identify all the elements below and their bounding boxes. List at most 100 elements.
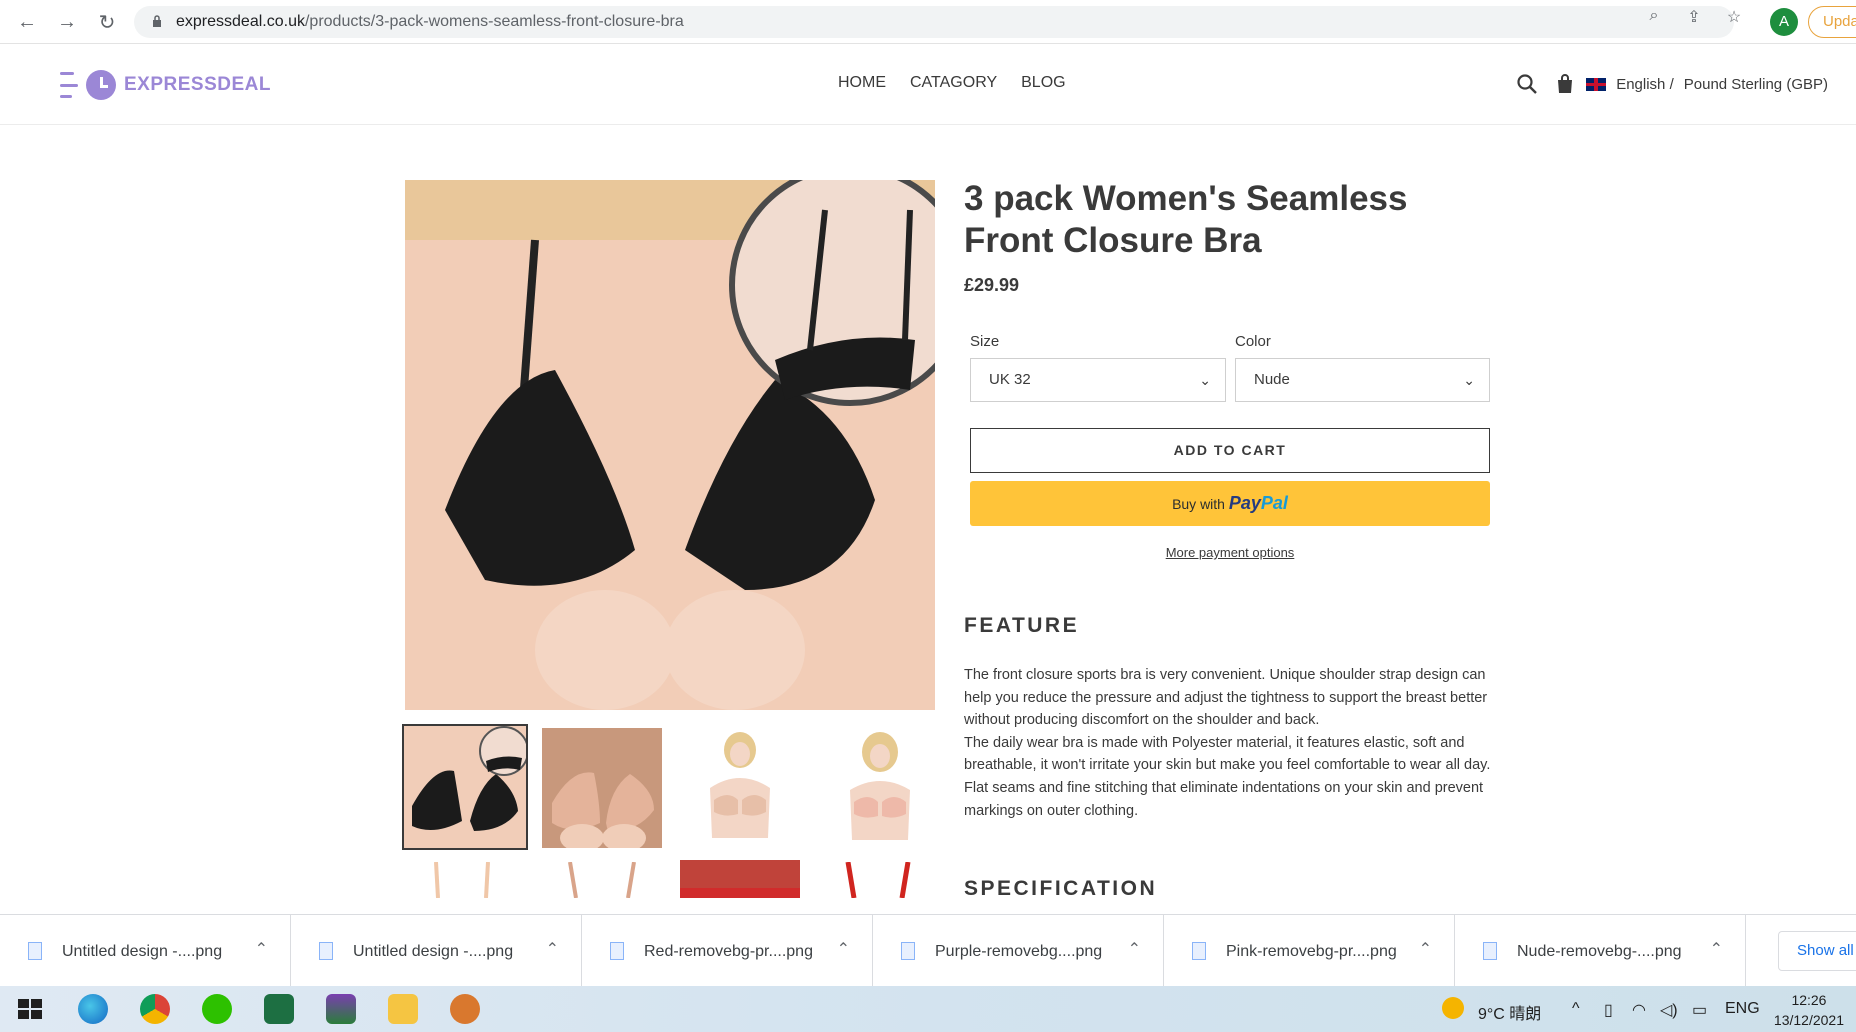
download-item[interactable]: Untitled design -....png ⌃	[0, 915, 291, 987]
file-explorer-icon[interactable]	[388, 994, 418, 1024]
download-filename: Untitled design -....png	[62, 943, 223, 960]
site-header: EXPRESSDEAL HOME CATAGORY BLOG English /…	[0, 45, 1856, 125]
chevron-down-icon: ⌄	[1199, 372, 1211, 388]
back-icon[interactable]: ←	[14, 9, 40, 35]
logo-clock-icon	[86, 70, 116, 100]
chevron-up-icon[interactable]: ⌃	[1419, 939, 1432, 959]
download-filename: Untitled design -....png	[353, 943, 514, 960]
chevron-down-icon: ⌄	[1463, 372, 1475, 388]
browser-toolbar: ← → ↻ expressdeal.co.uk/products/3-pack-…	[0, 0, 1856, 44]
language-selector[interactable]: English /	[1616, 76, 1674, 93]
paypal-prefix: Buy with	[1172, 496, 1225, 512]
volume-icon[interactable]: ◁)	[1660, 1000, 1678, 1020]
paypal-logo-pay: Pay	[1228, 493, 1261, 513]
input-language[interactable]: ENG	[1725, 1000, 1760, 1018]
url-domain: expressdeal.co.uk	[176, 13, 305, 30]
windows-start-icon[interactable]	[16, 994, 44, 1024]
zoom-icon[interactable]: ⌕	[1644, 7, 1664, 27]
file-icon	[319, 942, 333, 960]
file-icon	[1192, 942, 1206, 960]
nav-home[interactable]: HOME	[838, 74, 886, 92]
more-payment-options-link[interactable]: More payment options	[970, 545, 1490, 560]
download-filename: Pink-removebg-pr....png	[1226, 943, 1397, 960]
feature-description: The front closure sports bra is very con…	[964, 664, 1504, 822]
forward-icon[interactable]: →	[54, 9, 80, 35]
thumbnail-4[interactable]	[818, 728, 938, 848]
thumbnail-5[interactable]	[402, 862, 522, 898]
downloads-bar: Untitled design -....png ⌃ Untitled desig…	[0, 914, 1856, 987]
nav-blog[interactable]: BLOG	[1021, 74, 1065, 92]
chrome-browser-icon[interactable]	[140, 994, 170, 1024]
thumbnail-7[interactable]	[680, 860, 800, 898]
color-select[interactable]: Nude ⌄	[1235, 358, 1490, 402]
download-item[interactable]: Pink-removebg-pr....png ⌃	[1164, 915, 1455, 987]
download-item[interactable]: Purple-removebg....png ⌃	[873, 915, 1164, 987]
site-logo[interactable]: EXPRESSDEAL	[60, 67, 271, 103]
logo-text: EXPRESSDEAL	[124, 74, 271, 95]
product-price: £29.99	[964, 275, 1020, 295]
nav-category[interactable]: CATAGORY	[910, 74, 997, 92]
thumbnail-1[interactable]	[402, 724, 528, 850]
thumbnail-2[interactable]	[542, 728, 662, 848]
paypal-button[interactable]: Buy with PayPal	[970, 481, 1490, 526]
weather-sun-icon	[1442, 997, 1464, 1019]
wifi-icon[interactable]: ◠	[1632, 1000, 1646, 1020]
clock-time: 12:26	[1791, 992, 1827, 1008]
download-item[interactable]: Untitled design -....png ⌃	[291, 915, 582, 987]
download-filename: Red-removebg-pr....png	[644, 943, 813, 960]
download-item[interactable]: Nude-removebg-....png ⌃	[1455, 915, 1746, 987]
download-filename: Nude-removebg-....png	[1517, 943, 1682, 960]
reload-icon[interactable]: ↻	[94, 9, 120, 35]
profile-avatar[interactable]: A	[1770, 8, 1798, 36]
update-button[interactable]: Upda	[1808, 6, 1856, 38]
file-icon	[1483, 942, 1497, 960]
product-title: 3 pack Women's Seamless Front Closure Br…	[964, 179, 1408, 260]
file-icon	[901, 942, 915, 960]
chevron-up-icon[interactable]: ⌃	[1128, 939, 1141, 959]
weather-text[interactable]: 9°C 晴朗	[1478, 1000, 1541, 1024]
winrar-icon[interactable]	[326, 994, 356, 1024]
lock-icon	[153, 15, 161, 27]
address-bar[interactable]: expressdeal.co.uk/products/3-pack-womens…	[134, 6, 1734, 38]
product-photo	[405, 180, 935, 710]
size-label: Size	[970, 333, 1000, 350]
chevron-up-icon[interactable]: ⌃	[1710, 939, 1723, 959]
thumbnail-8[interactable]	[818, 862, 938, 898]
wechat-icon[interactable]	[202, 994, 232, 1024]
feature-paragraph-2: The daily wear bra is made with Polyeste…	[964, 734, 1491, 819]
usb-icon[interactable]: ▯	[1604, 1000, 1613, 1020]
chevron-up-icon[interactable]: ⌃	[837, 939, 850, 959]
file-icon	[610, 942, 624, 960]
url-path: /products/3-pack-womens-seamless-front-c…	[304, 13, 684, 30]
paypal-logo-pal: Pal	[1260, 493, 1288, 513]
windows-taskbar: 9°C 晴朗 ^ ▯ ◠ ◁) ▭ ENG 12:26 13/12/2021	[0, 986, 1856, 1032]
add-to-cart-button[interactable]: ADD TO CART	[970, 428, 1490, 473]
thumbnail-3[interactable]	[680, 728, 800, 848]
file-icon	[28, 942, 42, 960]
uk-flag-icon	[1586, 77, 1607, 91]
share-icon[interactable]: ⇪	[1684, 7, 1704, 27]
download-item[interactable]: Red-removebg-pr....png ⌃	[582, 915, 873, 987]
search-icon[interactable]	[1516, 73, 1538, 95]
product-main-image[interactable]	[405, 180, 935, 710]
feature-paragraph-1: The front closure sports bra is very con…	[964, 667, 1488, 729]
excel-icon[interactable]	[264, 994, 294, 1024]
app-icon[interactable]	[450, 994, 480, 1024]
bookmark-star-icon[interactable]: ☆	[1724, 7, 1744, 27]
battery-icon[interactable]: ▭	[1692, 1000, 1707, 1020]
chevron-up-icon[interactable]: ⌃	[255, 939, 268, 959]
color-select-value: Nude	[1254, 371, 1290, 388]
url-text: expressdeal.co.uk/products/3-pack-womens…	[176, 13, 684, 31]
feature-heading: FEATURE	[964, 614, 1080, 637]
show-all-downloads-button[interactable]: Show all	[1778, 931, 1856, 971]
thumbnail-6[interactable]	[542, 862, 662, 898]
chevron-up-icon[interactable]: ^	[1572, 1000, 1580, 1018]
system-clock[interactable]: 12:26 13/12/2021	[1774, 990, 1844, 1030]
size-select[interactable]: UK 32 ⌄	[970, 358, 1226, 402]
edge-browser-icon[interactable]	[78, 994, 108, 1024]
cart-icon[interactable]	[1554, 73, 1576, 95]
download-filename: Purple-removebg....png	[935, 943, 1103, 960]
logo-lines-icon	[60, 72, 78, 98]
chevron-up-icon[interactable]: ⌃	[546, 939, 559, 959]
currency-selector[interactable]: Pound Sterling (GBP)	[1684, 76, 1828, 93]
